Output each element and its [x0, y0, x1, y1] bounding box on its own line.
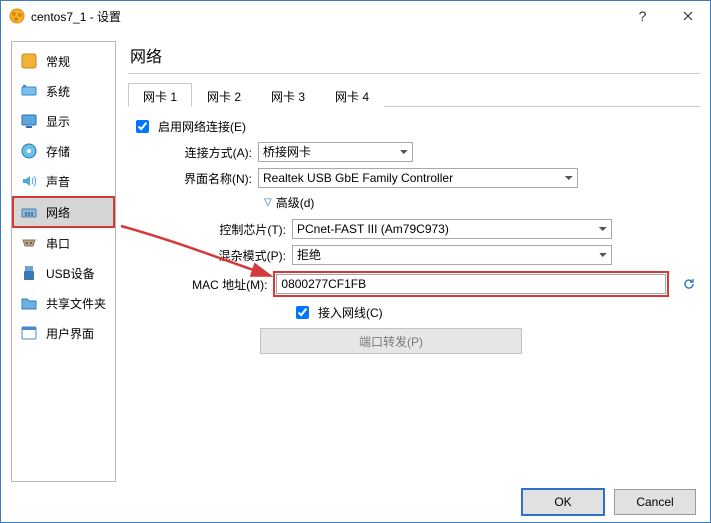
mac-address-input[interactable]	[276, 274, 666, 294]
tab-bar: 网卡 1 网卡 2 网卡 3 网卡 4	[128, 82, 700, 107]
mac-address-label: MAC 地址(M):	[188, 276, 267, 293]
sidebar-item-label: 共享文件夹	[46, 295, 106, 312]
chevron-down-icon: ▽	[264, 197, 272, 208]
serial-icon	[20, 234, 38, 252]
adapter-type-select[interactable]: PCnet-FAST III (Am79C973)	[292, 219, 612, 239]
shared-folder-icon	[20, 294, 38, 312]
ok-button[interactable]: OK	[522, 489, 604, 515]
tab-adapter3[interactable]: 网卡 3	[256, 83, 320, 107]
adapter-type-label: 控制芯片(T):	[188, 221, 286, 238]
promiscuous-label: 混杂模式(P):	[188, 247, 286, 264]
enable-network-label: 启用网络连接(E)	[158, 118, 246, 135]
display-icon	[20, 112, 38, 130]
sidebar-item-display[interactable]: 显示	[12, 106, 115, 136]
system-icon	[20, 82, 38, 100]
sidebar-item-label: 显示	[46, 113, 70, 130]
sidebar-item-ui[interactable]: 用户界面	[12, 318, 115, 348]
close-button[interactable]	[665, 1, 710, 31]
sidebar-item-label: 串口	[46, 235, 70, 252]
tab-adapter4[interactable]: 网卡 4	[320, 83, 384, 107]
usb-icon	[20, 264, 38, 282]
sidebar-item-label: 存储	[46, 143, 70, 160]
tab-adapter2[interactable]: 网卡 2	[192, 83, 256, 107]
sidebar-item-label: 网络	[46, 204, 70, 221]
storage-icon	[20, 142, 38, 160]
sidebar-item-usb[interactable]: USB设备	[12, 258, 115, 288]
enable-network-checkbox[interactable]	[136, 120, 149, 133]
cable-connected-label: 接入网线(C)	[318, 304, 383, 321]
divider	[128, 73, 700, 74]
sidebar-item-network[interactable]: 网络	[12, 196, 115, 228]
sidebar-item-system[interactable]: 系统	[12, 76, 115, 106]
refresh-mac-button[interactable]	[681, 275, 696, 293]
window-title: centos7_1 - 设置	[31, 8, 121, 25]
port-forwarding-button[interactable]: 端口转发(P)	[260, 328, 522, 354]
tab-adapter1[interactable]: 网卡 1	[128, 83, 192, 107]
page-title: 网络	[128, 41, 700, 73]
ui-icon	[20, 324, 38, 342]
attached-to-label: 连接方式(A):	[154, 144, 252, 161]
advanced-toggle[interactable]: ▽ 高级(d)	[264, 194, 696, 211]
sidebar-item-label: 常规	[46, 53, 70, 70]
sidebar-item-label: 声音	[46, 173, 70, 190]
sidebar-item-label: 用户界面	[46, 325, 94, 342]
help-button[interactable]: ?	[620, 1, 665, 31]
sidebar-item-storage[interactable]: 存储	[12, 136, 115, 166]
interface-name-select[interactable]: Realtek USB GbE Family Controller	[258, 168, 578, 188]
mac-highlight-box	[273, 271, 669, 297]
interface-name-label: 界面名称(N):	[154, 170, 252, 187]
sidebar-item-label: USB设备	[46, 265, 95, 282]
sidebar-item-shared[interactable]: 共享文件夹	[12, 288, 115, 318]
cancel-button[interactable]: Cancel	[614, 489, 696, 515]
general-icon	[20, 52, 38, 70]
audio-icon	[20, 172, 38, 190]
sidebar: 常规 系统 显示 存储 声音 网络 串口 USB设备	[11, 41, 116, 482]
sidebar-item-audio[interactable]: 声音	[12, 166, 115, 196]
sidebar-item-general[interactable]: 常规	[12, 46, 115, 76]
cable-connected-checkbox[interactable]	[296, 306, 309, 319]
network-icon	[20, 203, 38, 221]
promiscuous-select[interactable]: 拒绝	[292, 245, 612, 265]
sidebar-item-label: 系统	[46, 83, 70, 100]
app-icon	[9, 8, 25, 24]
attached-to-select[interactable]: 桥接网卡	[258, 142, 413, 162]
sidebar-item-serial[interactable]: 串口	[12, 228, 115, 258]
